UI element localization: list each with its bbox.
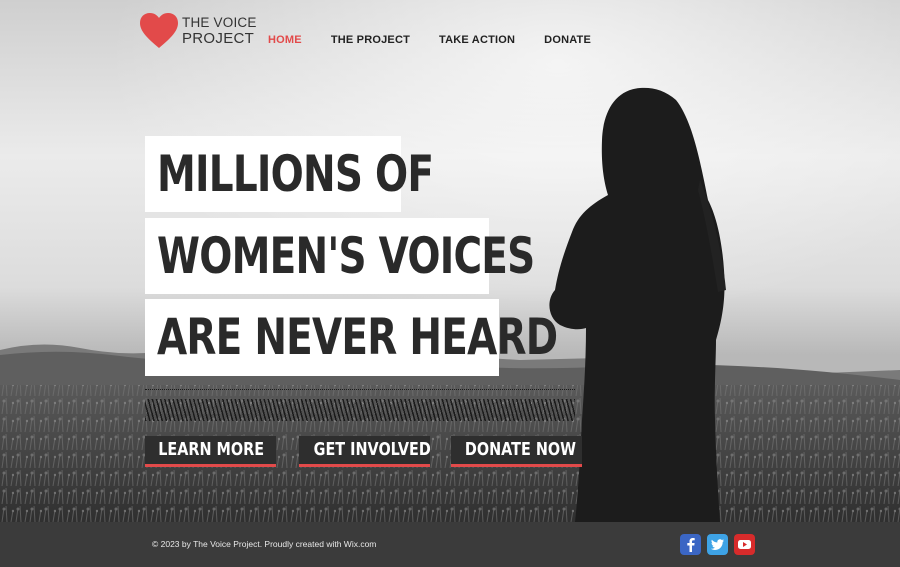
hero-section: THE VOICE PROJECT HOME THE PROJECT TAKE …: [0, 0, 900, 522]
headline-text-2: WOMEN'S VOICES: [157, 227, 535, 285]
learn-more-label: LEARN MORE: [158, 439, 265, 460]
brand-name-line2: PROJECT: [182, 30, 255, 48]
get-involved-label: GET INVOLVED: [313, 439, 430, 460]
brand-name-line1: THE VOICE: [182, 14, 257, 30]
learn-more-button[interactable]: LEARN MORE: [145, 436, 276, 467]
site-footer: © 2023 by The Voice Project. Proudly cre…: [0, 522, 900, 567]
headline-line-2: WOMEN'S VOICES: [145, 218, 535, 294]
dotted-divider: [145, 389, 575, 390]
hatched-divider: [145, 399, 575, 421]
nav-the-project[interactable]: THE PROJECT: [331, 34, 410, 46]
donate-now-label: DONATE NOW: [464, 439, 577, 460]
headline-text-3: ARE NEVER HEARD: [157, 308, 558, 366]
headline-line-1: MILLIONS OF: [145, 136, 434, 212]
facebook-icon[interactable]: [680, 534, 701, 555]
brand-name: THE VOICE PROJECT: [182, 16, 257, 47]
brand-logo[interactable]: THE VOICE PROJECT: [139, 12, 257, 50]
headline-line-3: ARE NEVER HEARD: [145, 299, 558, 376]
headline-text-1: MILLIONS OF: [157, 145, 434, 203]
nav-donate[interactable]: DONATE: [544, 34, 591, 46]
main-nav: HOME THE PROJECT TAKE ACTION DONATE: [268, 34, 620, 46]
get-involved-button[interactable]: GET INVOLVED: [299, 436, 430, 467]
youtube-icon[interactable]: [734, 534, 755, 555]
nav-take-action[interactable]: TAKE ACTION: [439, 34, 515, 46]
heart-icon: [140, 13, 178, 48]
copyright-text: © 2023 by The Voice Project. Proudly cre…: [152, 539, 377, 549]
nav-home[interactable]: HOME: [268, 34, 302, 46]
twitter-icon[interactable]: [707, 534, 728, 555]
donate-now-button[interactable]: DONATE NOW: [451, 436, 582, 467]
